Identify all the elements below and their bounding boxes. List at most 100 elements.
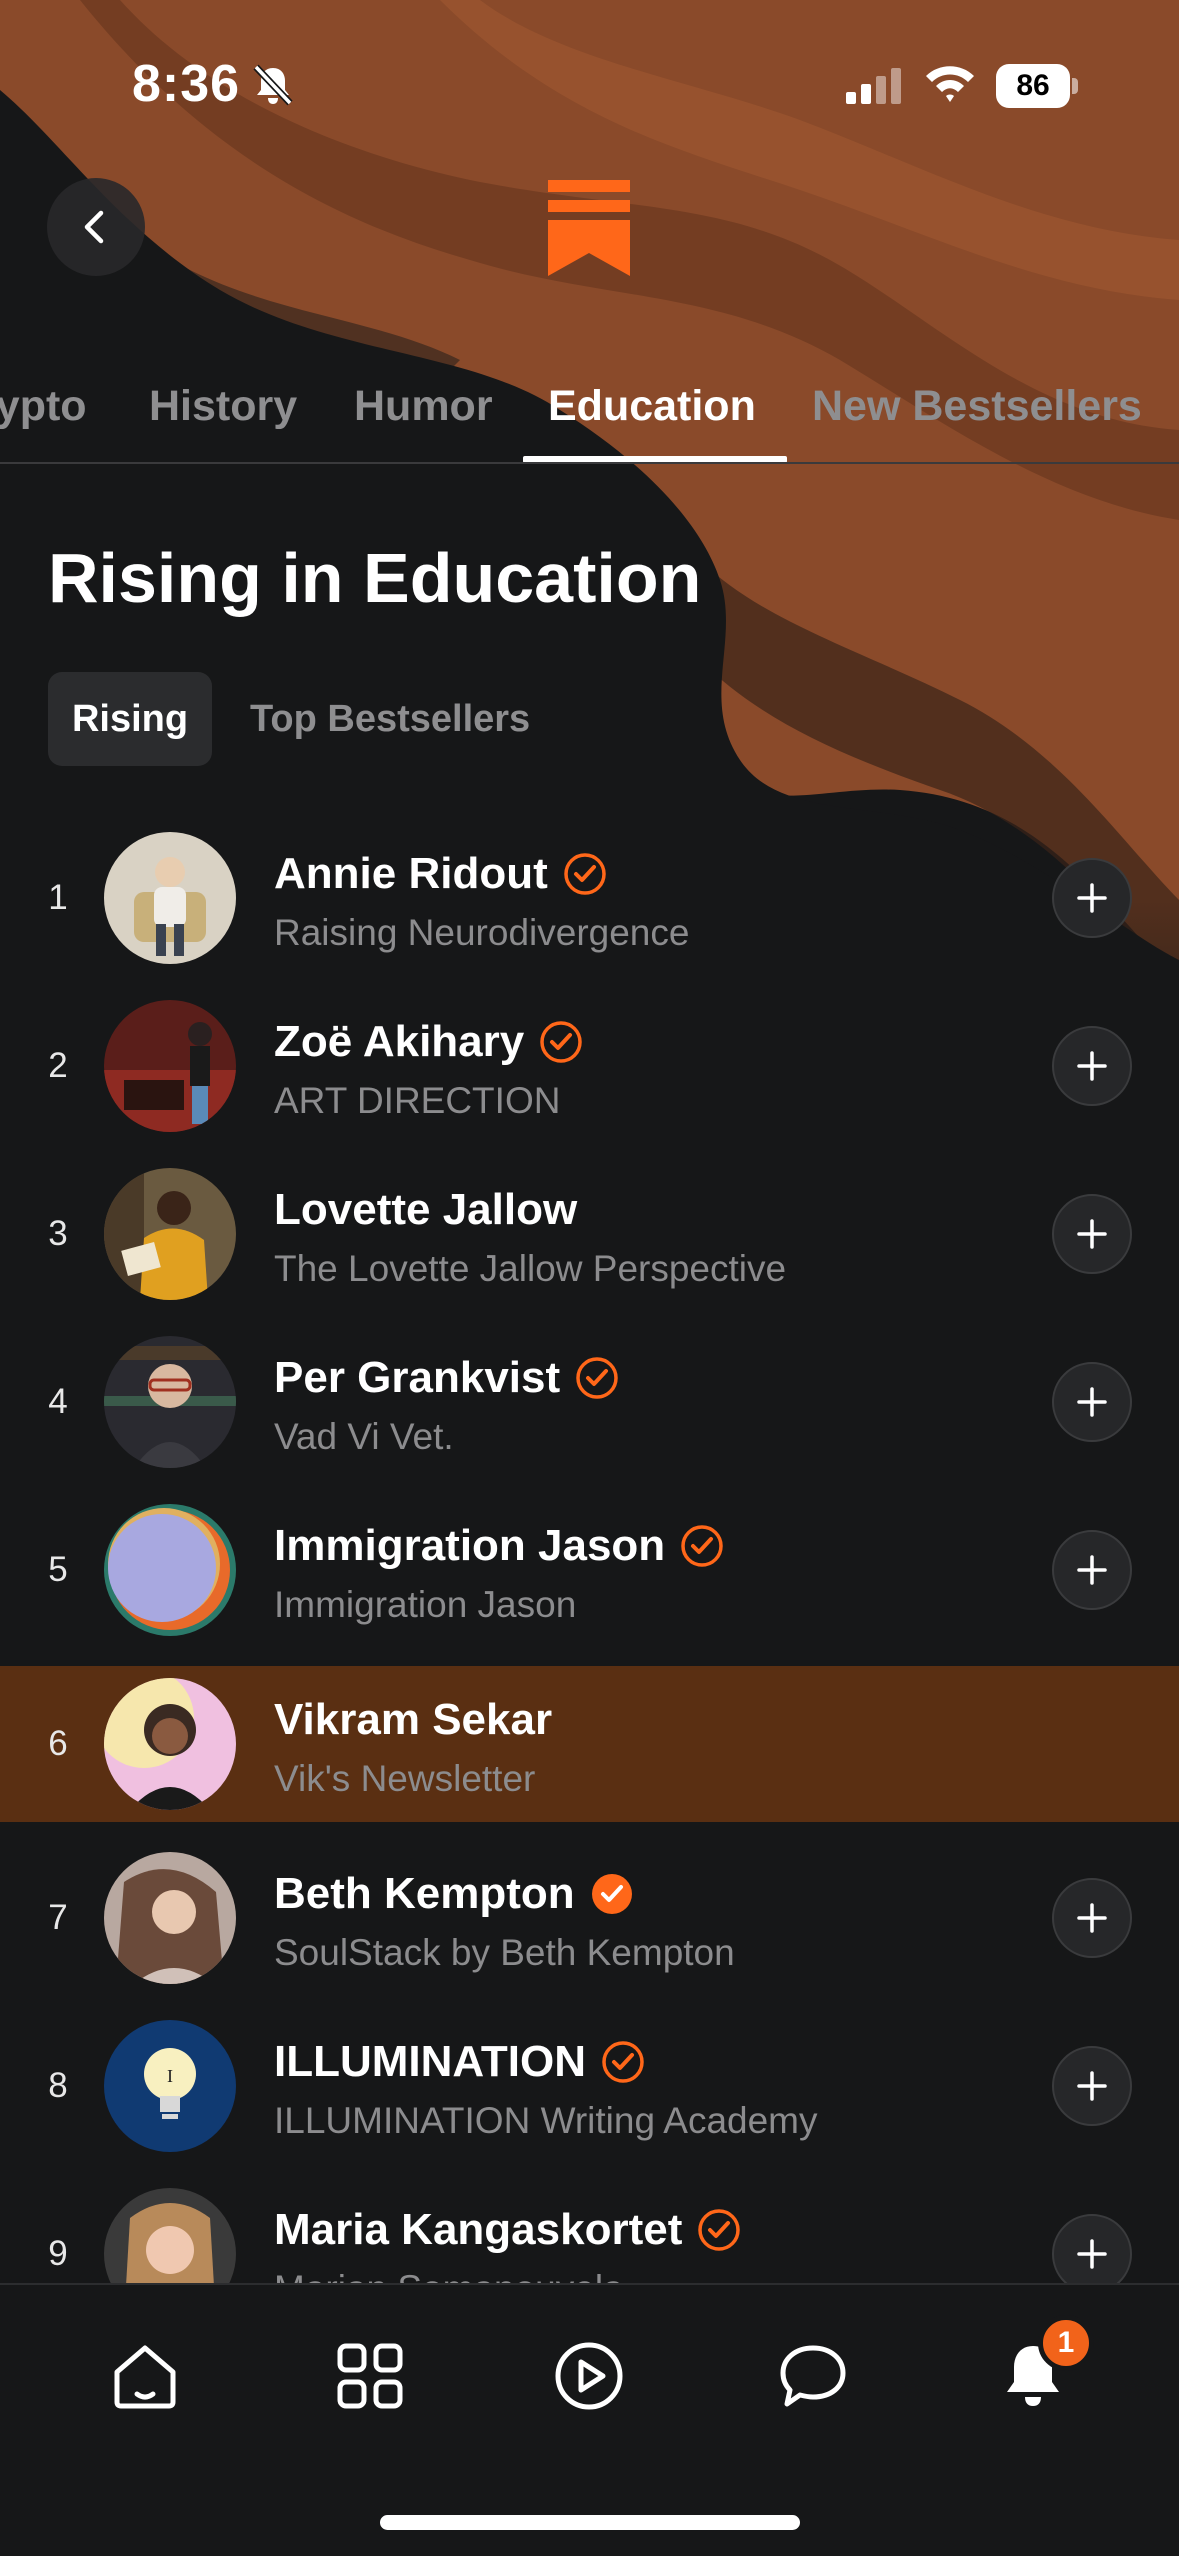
writer-name: Zoë Akihary xyxy=(274,1017,525,1066)
chevron-left-icon xyxy=(84,210,104,244)
name-line: Lovette Jallow xyxy=(274,1182,577,1238)
status-bar: 8:36 86 xyxy=(0,0,1179,170)
tab-education[interactable]: Education xyxy=(548,382,756,431)
rank-number: 8 xyxy=(48,2066,68,2105)
status-time: 8:36 xyxy=(132,55,241,113)
publication-name: Raising Neurodivergence xyxy=(274,912,690,953)
plus-icon xyxy=(1077,883,1107,913)
publication-name: The Lovette Jallow Perspective xyxy=(274,1248,787,1289)
publication-name: SoulStack by Beth Kempton xyxy=(274,1932,735,1973)
writer-name: Vikram Sekar xyxy=(274,1695,553,1744)
plus-icon xyxy=(1077,1555,1107,1585)
active-tab-indicator xyxy=(523,456,787,462)
name-line: ILLUMINATION xyxy=(274,2034,646,2090)
nav-chat-button[interactable] xyxy=(768,2331,858,2421)
list-item[interactable]: 7 Beth Kempton SoulStack by Beth Kempton xyxy=(0,1840,1179,1996)
publication-name: ILLUMINATION Writing Academy xyxy=(274,2100,818,2141)
page-title: Rising in Education xyxy=(48,539,702,617)
follow-button[interactable] xyxy=(1052,1362,1132,1442)
segment-rising[interactable]: Rising xyxy=(48,672,212,766)
signal-icon xyxy=(846,68,901,104)
follow-button[interactable] xyxy=(1052,1194,1132,1274)
plus-icon xyxy=(1077,1219,1107,1249)
verified-outline-icon xyxy=(681,1525,723,1567)
plus-icon xyxy=(1077,2239,1107,2269)
name-line: Per Grankvist xyxy=(274,1350,620,1406)
writer-name: Maria Kangaskortet xyxy=(274,2205,683,2254)
follow-button[interactable] xyxy=(1052,2046,1132,2126)
ranking-list: 1 Annie Ridout Raising Neurodivergence 2… xyxy=(0,820,1179,2283)
name-line: Zoë Akihary xyxy=(274,1014,584,1070)
list-item[interactable]: 3 Lovette Jallow The Lovette Jallow Pers… xyxy=(0,1156,1179,1312)
verified-filled-icon xyxy=(591,1874,632,1914)
rank-number: 2 xyxy=(48,1046,68,1085)
home-indicator xyxy=(380,2515,800,2530)
name-line: Vikram Sekar xyxy=(274,1692,552,1748)
writer-name: Annie Ridout xyxy=(274,849,548,898)
publication-name: Vik's Newsletter xyxy=(274,1758,536,1799)
publication-name: Vad Vi Vet. xyxy=(274,1416,454,1457)
list-item[interactable]: 1 Annie Ridout Raising Neurodivergence xyxy=(0,820,1179,976)
avatar xyxy=(104,1852,236,1984)
follow-button[interactable] xyxy=(1052,858,1132,938)
rank-number: 9 xyxy=(48,2234,68,2273)
notification-badge: 1 xyxy=(1038,2315,1094,2371)
follow-button[interactable] xyxy=(1052,1530,1132,1610)
avatar xyxy=(104,1504,236,1636)
writer-name: ILLUMINATION xyxy=(274,2037,587,2086)
list-item[interactable]: 4 Per Grankvist Vad Vi Vet. xyxy=(0,1324,1179,1480)
avatar xyxy=(104,1678,236,1810)
verified-outline-icon xyxy=(698,2209,741,2251)
writer-name: Per Grankvist xyxy=(274,1353,561,1402)
follow-button[interactable] xyxy=(1052,1026,1132,1106)
battery-tip xyxy=(1072,78,1078,94)
rank-number: 1 xyxy=(48,878,68,917)
follow-button[interactable] xyxy=(1052,2214,1132,2283)
publication-name: Immigration Jason xyxy=(274,1584,577,1625)
list-item[interactable]: 8 I ILLUMINATION ILLUMINATION Writing Ac… xyxy=(0,2008,1179,2164)
tab-new-bestsellers[interactable]: New Bestsellers xyxy=(812,382,1142,431)
svg-text:I: I xyxy=(167,2066,173,2086)
list-item[interactable]: 9 Maria Kangaskortet Marian Somanouvela xyxy=(0,2176,1179,2283)
plus-icon xyxy=(1077,1051,1107,1081)
avatar: I xyxy=(104,2020,236,2152)
list-item[interactable]: 5 Immigration Jason Immigration Jason xyxy=(0,1492,1179,1648)
rank-number: 4 xyxy=(48,1382,68,1421)
nav-explore-button[interactable] xyxy=(325,2331,415,2421)
avatar xyxy=(104,2188,236,2283)
nav-play-button[interactable] xyxy=(544,2331,634,2421)
battery-level: 86 xyxy=(996,64,1070,108)
rank-number: 7 xyxy=(48,1898,68,1937)
rank-number: 5 xyxy=(48,1550,68,1589)
list-item-highlighted[interactable]: 6 Vikram Sekar Vik's Newsletter xyxy=(0,1666,1179,1822)
list-item[interactable]: 2 Zoë Akihary ART DIRECTION xyxy=(0,988,1179,1144)
nav-home-button[interactable] xyxy=(100,2331,190,2421)
name-line: Immigration Jason xyxy=(274,1518,725,1574)
name-line: Annie Ridout xyxy=(274,846,608,902)
bell-off-icon xyxy=(253,64,293,106)
verified-outline-icon xyxy=(602,2041,644,2083)
verified-outline-icon xyxy=(563,853,606,895)
writer-name: Beth Kempton xyxy=(274,1869,575,1918)
avatar xyxy=(104,1000,236,1132)
avatar xyxy=(104,832,236,964)
name-line: Beth Kempton xyxy=(274,1866,635,1922)
plus-icon xyxy=(1077,1387,1107,1417)
grid-icon xyxy=(337,2343,403,2409)
writer-name: Immigration Jason xyxy=(274,1521,666,1570)
name-line: Maria Kangaskortet xyxy=(274,2202,742,2258)
avatar xyxy=(104,1336,236,1468)
avatar xyxy=(104,1168,236,1300)
plus-icon xyxy=(1077,2071,1107,2101)
back-button[interactable] xyxy=(47,178,145,276)
wifi-icon xyxy=(926,66,974,102)
plus-icon xyxy=(1077,1903,1107,1933)
follow-button[interactable] xyxy=(1052,1878,1132,1958)
rank-number: 3 xyxy=(48,1214,68,1253)
tab-history[interactable]: History xyxy=(149,382,297,431)
tab-crypto[interactable]: Crypto xyxy=(0,382,87,431)
rank-number: 6 xyxy=(48,1724,68,1763)
verified-outline-icon xyxy=(576,1357,618,1399)
tab-humor[interactable]: Humor xyxy=(354,382,493,431)
segment-top-bestsellers[interactable]: Top Bestsellers xyxy=(250,672,530,766)
